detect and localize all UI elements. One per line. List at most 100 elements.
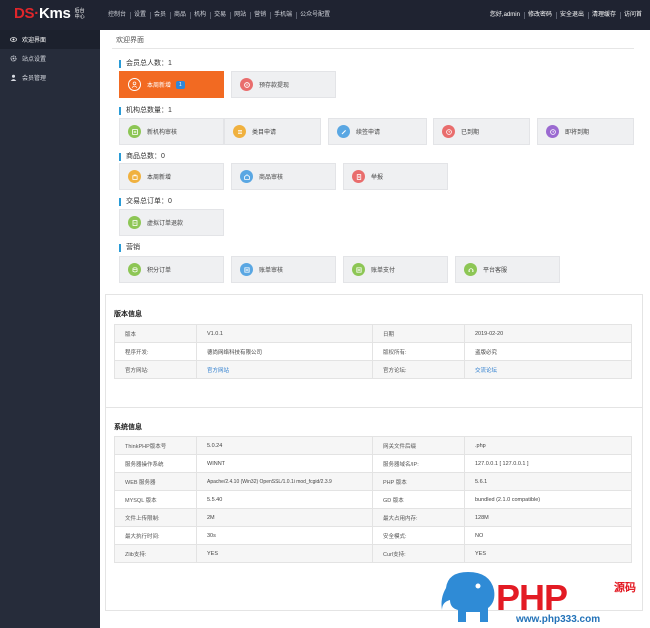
- user-icon: [10, 74, 17, 81]
- change-password-link[interactable]: 修改密码: [523, 0, 556, 30]
- tile-report[interactable]: 举报: [343, 163, 448, 190]
- service-icon: [464, 263, 477, 276]
- visit-home-link[interactable]: 访问首: [619, 0, 646, 30]
- official-site-link[interactable]: 官方网站: [207, 368, 229, 374]
- logout-link[interactable]: 安全退出: [555, 0, 588, 30]
- tile-label: 本周新增: [147, 83, 172, 89]
- clock-icon: [546, 125, 559, 138]
- main-nav: 控制台 设置 会员 商品 机构 交易 网站 营销 手机端 公众号配置: [104, 0, 334, 30]
- nav-trade[interactable]: 交易: [210, 0, 230, 30]
- divider: [112, 48, 634, 49]
- sidebar-item-welcome[interactable]: 欢迎界面: [0, 30, 100, 49]
- tile-new-org-review[interactable]: 新机构审核: [119, 118, 224, 145]
- pen-icon: [337, 125, 350, 138]
- tile-points-orders[interactable]: 积分订单: [119, 256, 224, 283]
- clear-cache-link[interactable]: 清理缓存: [587, 0, 620, 30]
- expired-icon: [442, 125, 455, 138]
- sidebar-item-site-settings[interactable]: 站点设置: [0, 49, 100, 68]
- tile-platform-service[interactable]: 平台客服: [455, 256, 560, 283]
- section-title-members: 会员总人数：1: [119, 60, 172, 68]
- watermark-url: www.php333.com: [516, 614, 601, 625]
- tile-expiring-soon[interactable]: 即将到期: [537, 118, 634, 145]
- tile-renewal-apply[interactable]: 续签申请: [328, 118, 427, 145]
- logo-text: DS·Kms: [14, 5, 71, 22]
- nav-mobile[interactable]: 手机端: [270, 0, 296, 30]
- tile-label: 商品审核: [259, 175, 284, 181]
- user-nav: 您好,admin 修改密码 安全退出 清理缓存 访问首: [486, 0, 646, 30]
- pay-icon: [352, 263, 365, 276]
- list-icon: [128, 125, 141, 138]
- tile-category-apply[interactable]: 类目申请: [224, 118, 321, 145]
- watermark-cn: 源码: [614, 582, 636, 594]
- table-row: Zlib支持: YES Curl支持: YES: [114, 544, 632, 563]
- section-title-goods: 商品总数：0: [119, 153, 165, 161]
- tile-bill-review[interactable]: 账单审核: [231, 256, 336, 283]
- table-row: ThinkPHP版本号 5.0.24 网关文件后缀 .php: [114, 436, 632, 455]
- table-row: 最大执行时间: 30s 安全模式: NO: [114, 526, 632, 545]
- version-table: 版本 V1.0.1 日期 2019-02-20 程序开发: 德尚网络科技有限公司…: [114, 324, 632, 379]
- sidebar-item-label: 站点设置: [22, 57, 47, 63]
- tile-label: 已到期: [461, 130, 480, 136]
- sidebar-item-members[interactable]: 会员管理: [0, 68, 100, 87]
- section-title-orders: 交易总订单：0: [119, 198, 172, 206]
- tile-goods-weekly-new[interactable]: 本周新增: [119, 163, 224, 190]
- logo-subtitle: 后台中心: [74, 8, 85, 20]
- nav-website[interactable]: 网站: [230, 0, 250, 30]
- tile-label: 平台客服: [483, 268, 508, 274]
- nav-goods[interactable]: 商品: [170, 0, 190, 30]
- tile-label: 举报: [371, 175, 384, 181]
- money-icon: [240, 78, 253, 91]
- tile-expired[interactable]: 已到期: [433, 118, 530, 145]
- tile-label: 虚拟订单退款: [147, 221, 184, 227]
- panel-title: 系统信息: [114, 424, 142, 431]
- table-row: 程序开发: 德尚网络科技有限公司 版权所有: 盗版必究: [114, 342, 632, 361]
- tile-weekly-new-members[interactable]: 本周新增 1: [119, 71, 224, 98]
- nav-settings[interactable]: 设置: [130, 0, 150, 30]
- nav-wechat-config[interactable]: 公众号配置: [296, 0, 334, 30]
- tile-label: 本周新增: [147, 175, 172, 181]
- elephant-icon: [441, 572, 495, 622]
- tile-label: 预存款提现: [259, 83, 290, 89]
- tile-label: 积分订单: [147, 268, 172, 274]
- main-content: 欢迎界面 会员总人数：1 本周新增 1 预存款提现 机构总数量：1 新机构审核 …: [100, 30, 650, 628]
- page-title: 欢迎界面: [116, 37, 144, 44]
- table-row: 官方网站: 官方网站 官方论坛: 交流论坛: [114, 360, 632, 379]
- tile-goods-review[interactable]: 商品审核: [231, 163, 336, 190]
- watermark-text: PHP: [496, 577, 568, 618]
- tile-bill-payment[interactable]: 账单支付: [343, 256, 448, 283]
- nav-console[interactable]: 控制台: [104, 0, 130, 30]
- panel-title: 版本信息: [114, 311, 142, 318]
- tile-label: 类目申请: [252, 130, 277, 136]
- top-bar: DS·Kms 后台中心 控制台 设置 会员 商品 机构 交易 网站 营销 手机端…: [0, 0, 650, 30]
- tile-label: 新机构审核: [147, 130, 178, 136]
- tile-label: 续签申请: [356, 130, 381, 136]
- tile-deposit-withdraw[interactable]: 预存款提现: [231, 71, 336, 98]
- bill-icon: [240, 263, 253, 276]
- bag-icon: [128, 170, 141, 183]
- sidebar-item-label: 会员管理: [22, 76, 47, 82]
- section-title-marketing: 营销: [119, 244, 140, 252]
- refund-icon: [128, 216, 141, 229]
- greeting: 您好,admin: [489, 12, 520, 18]
- gear-icon: [10, 55, 17, 62]
- shop-icon: [240, 170, 253, 183]
- nav-orgs[interactable]: 机构: [190, 0, 210, 30]
- logo[interactable]: DS·Kms 后台中心: [14, 6, 87, 22]
- nav-members[interactable]: 会员: [150, 0, 170, 30]
- sidebar: 欢迎界面 站点设置 会员管理: [0, 30, 100, 628]
- tile-virtual-order-refund[interactable]: 虚拟订单退款: [119, 209, 224, 236]
- table-row: MYSQL 版本 5.5.40 GD 版本 bundled (2.1.0 com…: [114, 490, 632, 509]
- table-row: WEB 服务器 Apache/2.4.10 (Win32) OpenSSL/1.…: [114, 472, 632, 491]
- menu-icon: [233, 125, 246, 138]
- tile-label: 即将到期: [565, 130, 590, 136]
- forum-link[interactable]: 交流论坛: [475, 368, 497, 374]
- count-badge: 1: [176, 80, 185, 89]
- coins-icon: [128, 263, 141, 276]
- tile-label: 账单支付: [371, 268, 396, 274]
- tile-label: 账单审核: [259, 268, 284, 274]
- eye-icon: [10, 36, 17, 43]
- table-row: 版本 V1.0.1 日期 2019-02-20: [114, 324, 632, 343]
- report-icon: [352, 170, 365, 183]
- nav-marketing[interactable]: 营销: [250, 0, 270, 30]
- system-table: ThinkPHP版本号 5.0.24 网关文件后缀 .php 服务器操作系统 W…: [114, 436, 632, 563]
